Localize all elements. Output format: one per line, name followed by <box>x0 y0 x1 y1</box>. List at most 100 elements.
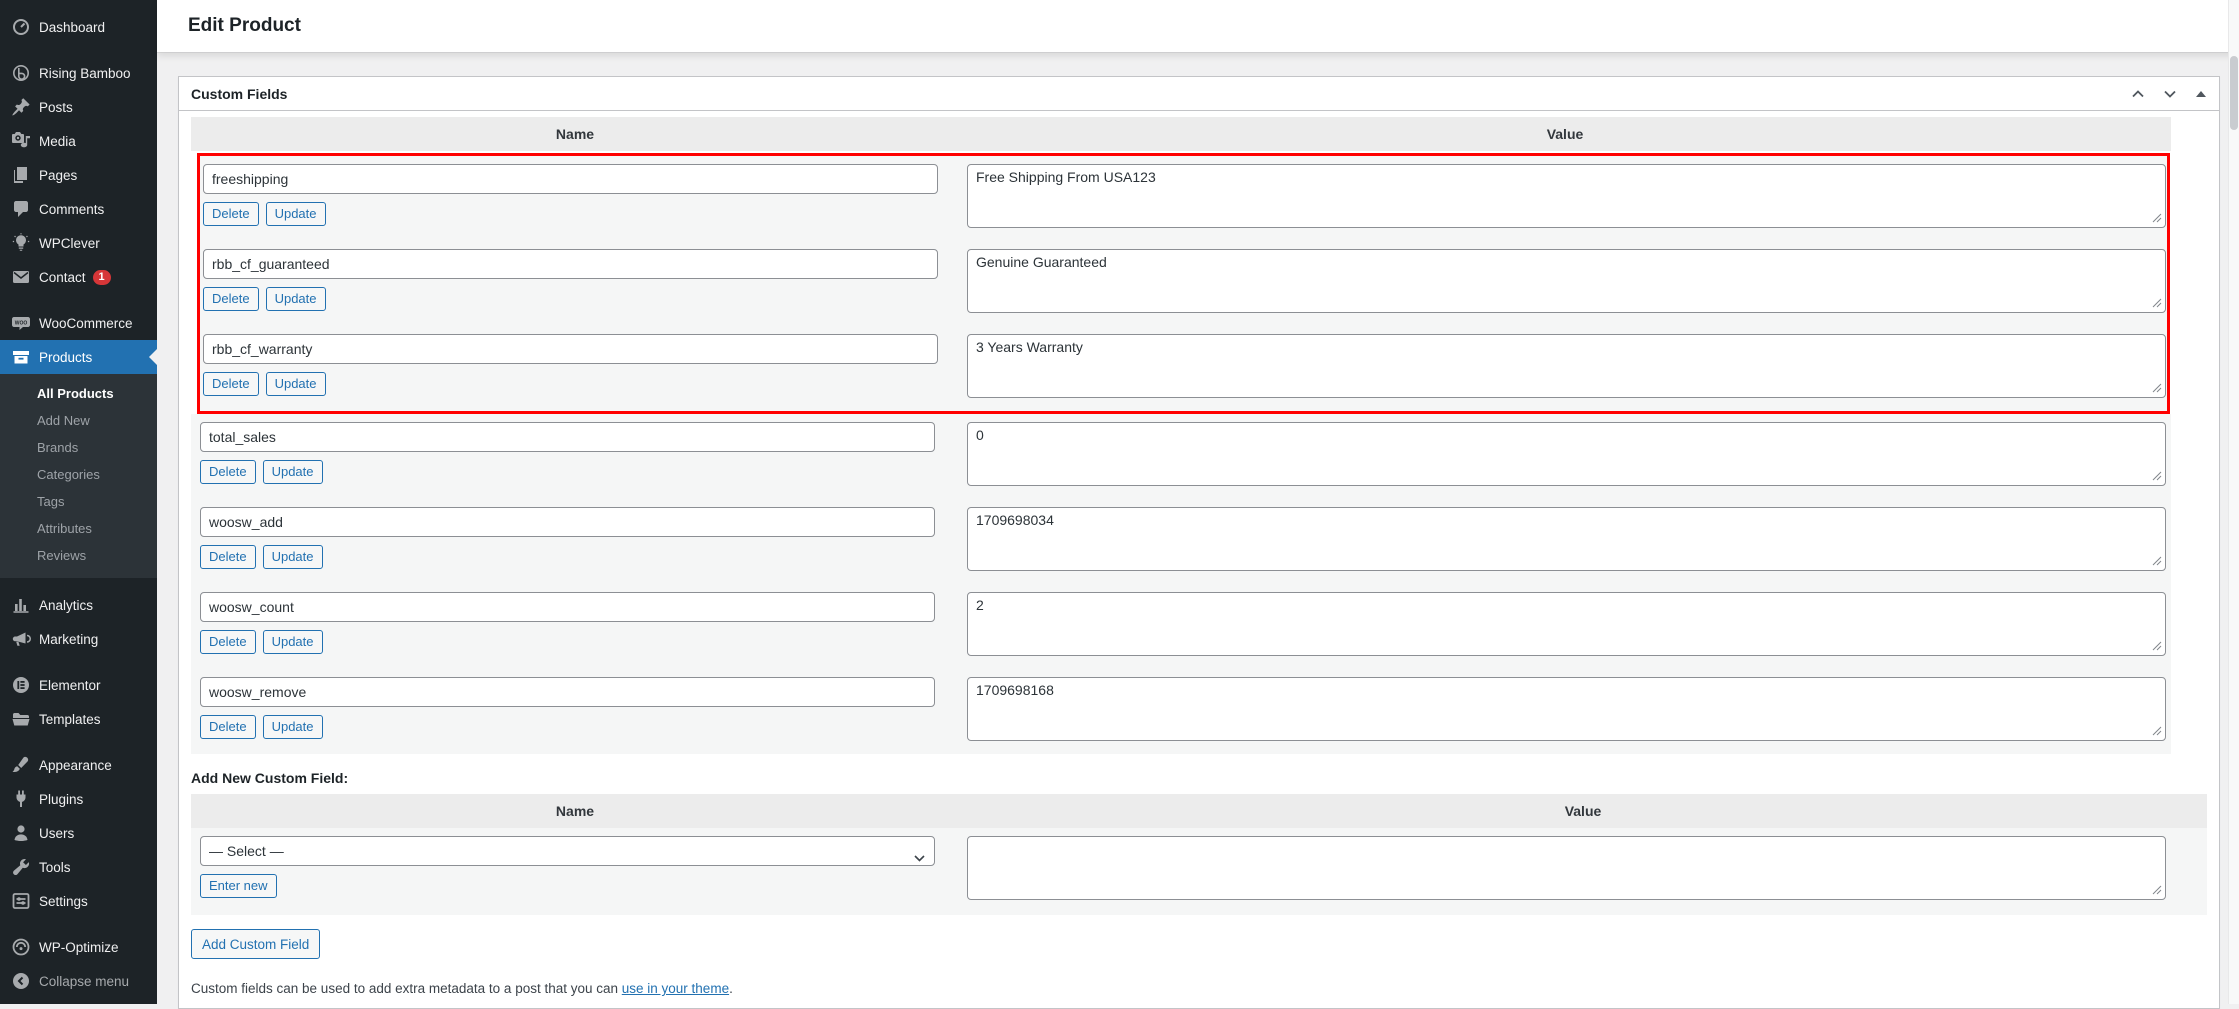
contact-count-badge: 1 <box>93 270 111 285</box>
sidebar-item-contact[interactable]: Contact 1 <box>0 260 157 294</box>
sidebar-item-templates[interactable]: Templates <box>0 702 157 736</box>
sidebar-item-reviews[interactable]: Reviews <box>0 542 157 569</box>
value-column-header: Value <box>959 126 2171 142</box>
value-cell: 0 <box>959 422 2171 489</box>
sidebar-item-add-new[interactable]: Add New <box>0 407 157 434</box>
name-cell: — Select — Enter new <box>191 836 959 903</box>
row-actions: Delete Update <box>203 287 959 311</box>
sidebar-item-collapse-menu[interactable]: Collapse menu <box>0 964 157 998</box>
products-icon <box>11 347 31 367</box>
sidebar-item-label: WP-Optimize <box>39 940 119 955</box>
scrollbar-thumb[interactable] <box>2230 56 2238 130</box>
sidebar-item-label: Collapse menu <box>39 974 129 989</box>
sidebar-item-label: Settings <box>39 894 88 909</box>
menu-separator <box>0 294 157 306</box>
sidebar-item-plugins[interactable]: Plugins <box>0 782 157 816</box>
enter-new-button[interactable]: Enter new <box>200 874 277 898</box>
dashboard-icon <box>11 17 31 37</box>
metabox-body: Name Value Delete Update <box>179 111 2219 1008</box>
new-field-value-textarea[interactable] <box>967 836 2166 900</box>
custom-fields-help-text: Custom fields can be used to add extra m… <box>191 981 2207 996</box>
field-name-input[interactable] <box>203 249 938 279</box>
field-value-textarea[interactable]: Free Shipping From USA123 <box>967 164 2166 228</box>
delete-button[interactable]: Delete <box>203 287 259 311</box>
resize-grip-icon <box>2152 471 2162 481</box>
sidebar-item-elementor[interactable]: Elementor <box>0 668 157 702</box>
sidebar-item-woocommerce[interactable]: WOO WooCommerce <box>0 306 157 340</box>
highlight-annotation-box: Delete Update Free Shipping From USA123 <box>197 153 2170 414</box>
sidebar-item-pages[interactable]: Pages <box>0 158 157 192</box>
pin-icon <box>11 97 31 117</box>
media-icon <box>11 131 31 151</box>
sidebar-item-products[interactable]: Products <box>0 340 157 374</box>
move-up-icon[interactable] <box>2131 88 2145 100</box>
sidebar-item-all-products[interactable]: All Products <box>0 380 157 407</box>
row-actions: Delete Update <box>200 715 959 739</box>
update-button[interactable]: Update <box>266 202 326 226</box>
field-name-input[interactable] <box>200 677 935 707</box>
name-cell: Delete Update <box>191 507 959 574</box>
sidebar-item-appearance[interactable]: Appearance <box>0 748 157 782</box>
sidebar-item-settings[interactable]: Settings <box>0 884 157 918</box>
delete-button[interactable]: Delete <box>203 202 259 226</box>
field-name-input[interactable] <box>200 422 935 452</box>
update-button[interactable]: Update <box>266 287 326 311</box>
custom-fields-table: Name Value Delete Update <box>191 117 2171 754</box>
sidebar-item-wpclever[interactable]: WPClever <box>0 226 157 260</box>
value-cell: 2 <box>959 592 2171 659</box>
delete-button[interactable]: Delete <box>200 545 256 569</box>
update-button[interactable]: Update <box>263 630 323 654</box>
sidebar-item-comments[interactable]: Comments <box>0 192 157 226</box>
use-in-your-theme-link[interactable]: use in your theme <box>622 981 729 996</box>
resize-grip-icon <box>2152 213 2162 223</box>
wrench-icon <box>11 857 31 877</box>
delete-button[interactable]: Delete <box>200 715 256 739</box>
field-value-textarea[interactable]: 3 Years Warranty <box>967 334 2166 398</box>
field-name-input[interactable] <box>200 592 935 622</box>
sidebar-item-categories[interactable]: Categories <box>0 461 157 488</box>
update-button[interactable]: Update <box>263 545 323 569</box>
sidebar-item-posts[interactable]: Posts <box>0 90 157 124</box>
vertical-scrollbar[interactable] <box>2228 0 2239 1004</box>
delete-button[interactable]: Delete <box>203 372 259 396</box>
field-value-textarea[interactable]: 2 <box>967 592 2166 656</box>
field-value-textarea[interactable]: 0 <box>967 422 2166 486</box>
update-button[interactable]: Update <box>263 460 323 484</box>
move-down-icon[interactable] <box>2163 88 2177 100</box>
toggle-panel-icon[interactable] <box>2195 90 2207 98</box>
menu-separator <box>0 656 157 668</box>
sidebar-item-label: Media <box>39 134 76 149</box>
sidebar-item-attributes[interactable]: Attributes <box>0 515 157 542</box>
chart-bars-icon <box>11 595 31 615</box>
add-new-heading: Add New Custom Field: <box>191 770 2207 786</box>
sidebar-item-analytics[interactable]: Analytics <box>0 588 157 622</box>
sidebar-item-brands[interactable]: Brands <box>0 434 157 461</box>
field-value-textarea[interactable]: 1709698034 <box>967 507 2166 571</box>
page-title: Edit Product <box>188 15 301 37</box>
sidebar-item-tools[interactable]: Tools <box>0 850 157 884</box>
update-button[interactable]: Update <box>266 372 326 396</box>
delete-button[interactable]: Delete <box>200 630 256 654</box>
sidebar-item-marketing[interactable]: Marketing <box>0 622 157 656</box>
field-value-textarea[interactable]: Genuine Guaranteed <box>967 249 2166 313</box>
field-name-input[interactable] <box>203 334 938 364</box>
sidebar-item-users[interactable]: Users <box>0 816 157 850</box>
collapse-icon <box>11 971 31 991</box>
folder-icon <box>11 709 31 729</box>
field-name-input[interactable] <box>200 507 935 537</box>
sidebar-item-label: Marketing <box>39 632 98 647</box>
delete-button[interactable]: Delete <box>200 460 256 484</box>
sidebar-item-tags[interactable]: Tags <box>0 488 157 515</box>
field-value-textarea[interactable]: 1709698168 <box>967 677 2166 741</box>
update-button[interactable]: Update <box>263 715 323 739</box>
products-submenu: All Products Add New Brands Categories T… <box>0 374 157 578</box>
sidebar-item-label: Elementor <box>39 678 101 693</box>
sidebar-item-wp-optimize[interactable]: WP-Optimize <box>0 930 157 964</box>
row-actions: Delete Update <box>200 460 959 484</box>
add-custom-field-button[interactable]: Add Custom Field <box>191 929 320 959</box>
field-name-select[interactable]: — Select — <box>200 836 935 866</box>
sidebar-item-dashboard[interactable]: Dashboard <box>0 10 157 44</box>
field-name-input[interactable] <box>203 164 938 194</box>
sidebar-item-rising-bamboo[interactable]: Rising Bamboo <box>0 56 157 90</box>
sidebar-item-media[interactable]: Media <box>0 124 157 158</box>
